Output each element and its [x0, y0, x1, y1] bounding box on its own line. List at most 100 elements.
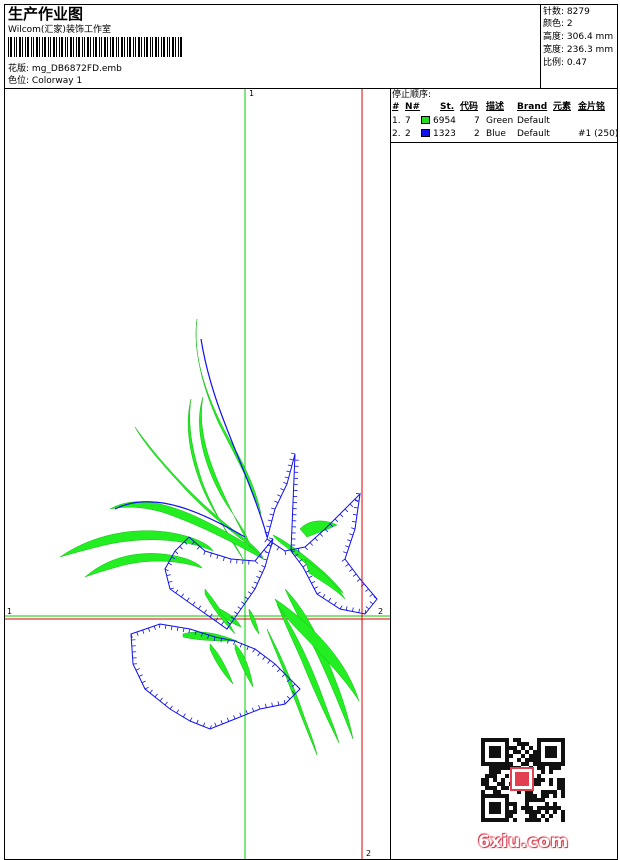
lace-fringe	[149, 689, 153, 694]
qr-module	[541, 766, 545, 770]
leaf	[209, 643, 234, 685]
qr-module	[489, 770, 493, 774]
lace-fringe	[284, 550, 287, 556]
qr-module	[493, 790, 497, 794]
row-n: 2	[405, 129, 411, 139]
qr-module	[553, 750, 557, 754]
design-label: 花版:	[8, 64, 30, 74]
qr-module	[533, 814, 537, 818]
col-brand: Brand	[517, 102, 548, 112]
qr-module	[481, 798, 485, 802]
qr-module	[485, 774, 489, 778]
barcode-bar	[70, 37, 72, 57]
col-stitches: St.	[440, 102, 455, 112]
lace-fringe	[138, 674, 143, 677]
qr-module	[525, 810, 529, 814]
qr-module	[529, 806, 533, 810]
barcode-bar	[146, 37, 148, 57]
qr-module	[549, 770, 553, 774]
qr-module	[497, 750, 501, 754]
lace-fringe	[339, 513, 344, 518]
row-stitches: 1323	[433, 129, 456, 139]
lace-fringe	[291, 452, 296, 455]
col-desc: 描述	[486, 102, 505, 112]
colorway-value: Colorway 1	[31, 76, 83, 86]
barcode-bar	[36, 37, 38, 57]
lace-fringe	[164, 624, 167, 630]
qr-module	[545, 794, 549, 798]
qr-module	[549, 746, 553, 750]
qr-module	[481, 802, 485, 806]
qr-module	[561, 786, 565, 790]
qr-module	[537, 746, 541, 750]
qr-module	[537, 758, 541, 762]
lace-fringe	[251, 707, 255, 712]
guide-label-top: 1	[249, 89, 254, 98]
barcode-bar	[141, 37, 142, 57]
qr-module	[529, 818, 533, 822]
leaf	[266, 628, 318, 756]
lace-fringe	[286, 695, 291, 700]
barcode-bar	[163, 37, 165, 57]
barcode-bar	[42, 37, 43, 57]
barcode-bar	[129, 37, 131, 57]
qr-module	[561, 750, 565, 754]
qr-module	[497, 738, 501, 742]
qr-module	[521, 762, 525, 766]
lace-fringe	[354, 500, 360, 502]
lace-fringe	[269, 513, 274, 516]
qr-module	[533, 754, 537, 758]
qr-module	[561, 742, 565, 746]
qr-module	[541, 798, 545, 802]
qr-module	[549, 750, 553, 754]
lace-fringe	[369, 601, 374, 605]
qr-module	[529, 810, 533, 814]
qr-module	[537, 810, 541, 814]
qr-module	[489, 794, 493, 798]
barcode-bar	[101, 37, 102, 57]
green-leaves	[59, 318, 360, 756]
lace-fringe	[252, 648, 256, 653]
qr-module	[557, 766, 561, 770]
lace-fringe	[344, 508, 349, 513]
lace-fringe	[358, 608, 360, 613]
qr-module	[505, 766, 509, 770]
qr-module	[493, 810, 497, 814]
qr-module	[561, 778, 565, 782]
barcode-bar	[22, 37, 23, 57]
qr-module	[509, 746, 513, 750]
row-n: 7	[405, 116, 411, 126]
lace-fringe	[174, 550, 179, 555]
row-num: 2.	[392, 129, 401, 139]
lace-fringe	[369, 593, 374, 597]
lace-fringe	[135, 668, 140, 671]
qr-module	[557, 738, 561, 742]
qr-module	[553, 766, 557, 770]
barcode-bar	[27, 37, 29, 57]
qr-module	[481, 758, 485, 762]
barcode-bar	[95, 37, 97, 57]
leaf	[304, 558, 346, 600]
barcode-bar	[107, 37, 108, 57]
qr-module	[501, 782, 505, 786]
qr-module	[557, 778, 561, 782]
lace-fringe	[283, 481, 288, 485]
barcode-bar	[180, 37, 182, 57]
qr-module	[481, 762, 485, 766]
lace-fringe	[304, 546, 308, 551]
qr-module	[537, 782, 541, 786]
leaf	[84, 553, 203, 578]
qr-module	[485, 778, 489, 782]
lace-fringe	[144, 686, 149, 690]
qr-module	[509, 810, 513, 814]
barcode-bar	[39, 37, 40, 57]
row-code: 7	[474, 116, 480, 126]
lace-fringe	[186, 597, 190, 602]
lace-fringe	[233, 715, 236, 720]
lace-fringe	[341, 558, 346, 562]
qr-module	[489, 738, 493, 742]
qr-module	[497, 766, 501, 770]
qr-module	[481, 814, 485, 818]
qr-module	[497, 770, 501, 774]
row-sequin: #1 (250)	[578, 129, 619, 139]
